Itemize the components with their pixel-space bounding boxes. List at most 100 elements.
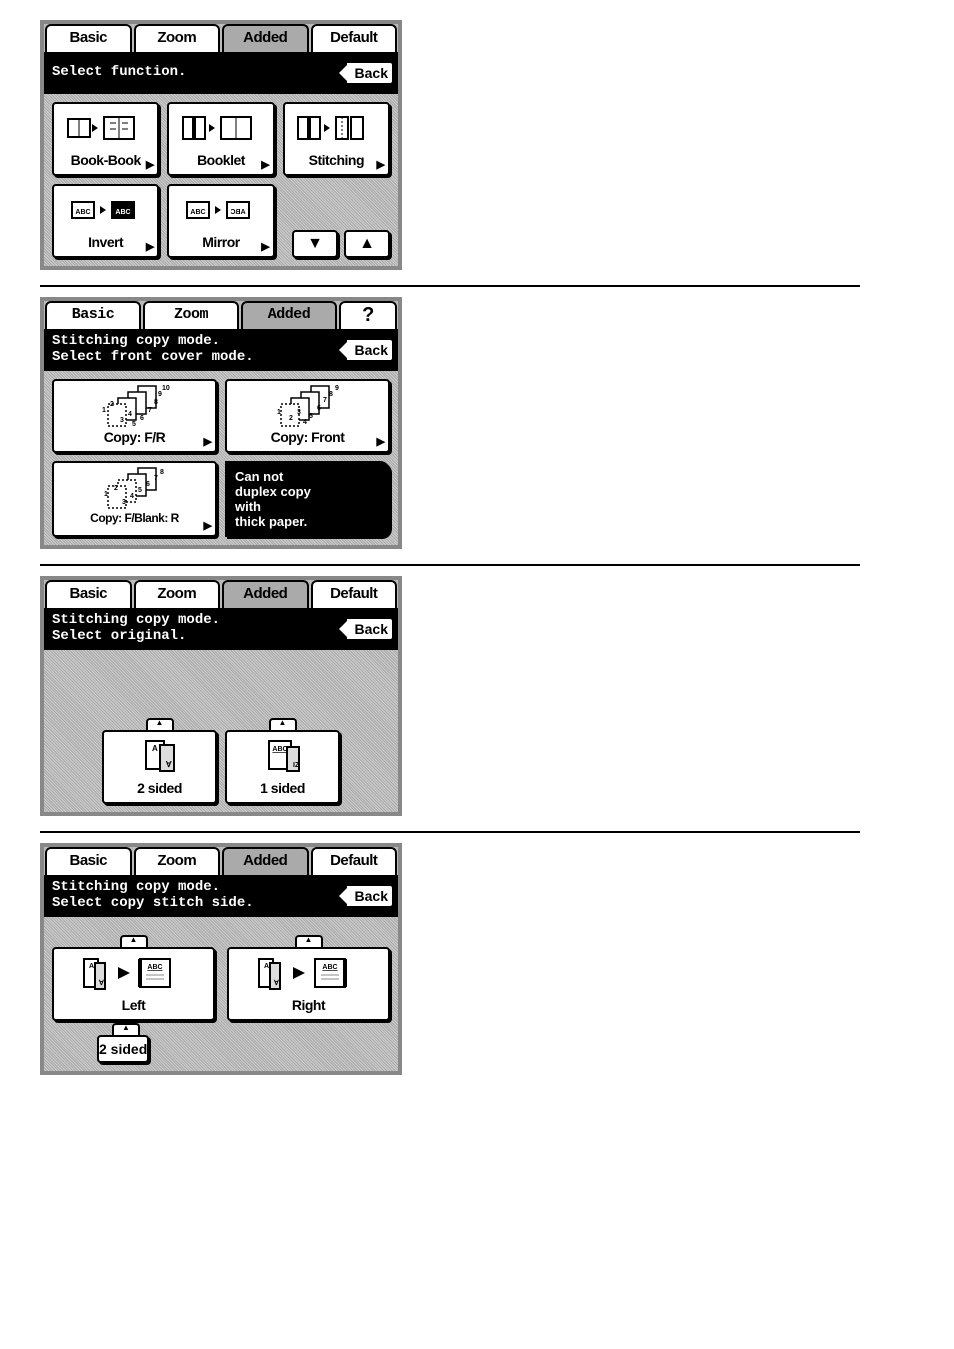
- panel-stitching-cover: Basic Zoom Added ? Stitching copy mode. …: [40, 297, 402, 549]
- page-down-button[interactable]: ▼: [292, 230, 338, 258]
- svg-text:1: 1: [102, 407, 106, 414]
- svg-text:5: 5: [309, 413, 313, 420]
- svg-text:ABC: ABC: [230, 209, 245, 216]
- submenu-arrow-icon: ▶: [377, 435, 385, 448]
- note-line: with: [235, 499, 261, 514]
- back-button[interactable]: Back: [343, 338, 394, 362]
- svg-text:9: 9: [335, 385, 339, 392]
- copy-fblank-r-label: Copy: F/Blank: R: [56, 511, 213, 525]
- svg-text:9: 9: [158, 391, 162, 398]
- tab-default[interactable]: Default: [311, 24, 398, 52]
- svg-text:4: 4: [130, 493, 134, 500]
- svg-text:7: 7: [148, 407, 152, 414]
- thick-paper-note: Can not duplex copy with thick paper.: [225, 461, 390, 537]
- svg-text:5: 5: [138, 487, 142, 494]
- invert-icon: ABC ABC: [56, 190, 155, 230]
- booklet-icon: [171, 108, 270, 148]
- cover-mode-grid: 12 34 56 78 910 Copy: F/R ▶: [44, 371, 398, 545]
- booklet-label: Booklet: [171, 152, 270, 168]
- svg-text:A: A: [89, 963, 94, 970]
- mirror-label: Mirror: [171, 234, 270, 250]
- tab-basic[interactable]: Basic: [45, 847, 132, 875]
- svg-text:IZ: IZ: [293, 762, 300, 769]
- copy-fblank-r-button[interactable]: 12 34 56 78 Copy: F/Blank: R ▶: [52, 461, 217, 537]
- original-grid-area: A ∀ 2 sided ABC: [44, 650, 398, 812]
- one-sided-icon: ABC IZ: [229, 736, 336, 776]
- one-sided-button[interactable]: ABC IZ 1 sided: [225, 730, 340, 804]
- svg-text:3: 3: [297, 409, 301, 416]
- triangle-down-icon: ▼: [307, 235, 323, 253]
- tab-default[interactable]: Default: [311, 847, 398, 875]
- invert-label: Invert: [56, 234, 155, 250]
- svg-text:5: 5: [132, 421, 136, 428]
- tab-added[interactable]: Added: [241, 301, 337, 329]
- svg-text:10: 10: [162, 385, 170, 392]
- svg-text:1: 1: [104, 491, 108, 498]
- stitch-left-label: Left: [56, 997, 211, 1013]
- svg-text:ABC: ABC: [190, 209, 205, 216]
- stitch-left-icon: A ∀ ABC: [56, 953, 211, 993]
- page-up-button[interactable]: ▲: [344, 230, 390, 258]
- book-book-button[interactable]: Book-Book ▶: [52, 102, 159, 176]
- svg-text:6: 6: [146, 481, 150, 488]
- help-button[interactable]: ?: [339, 301, 397, 329]
- copy-front-button[interactable]: 12 34 56 78 9 Copy: Front ▶: [225, 379, 390, 453]
- stitch-right-button[interactable]: A ∀ ABC Right: [227, 947, 390, 1021]
- svg-text:A: A: [152, 744, 158, 753]
- tab-zoom[interactable]: Zoom: [134, 24, 221, 52]
- svg-text:2: 2: [289, 415, 293, 422]
- submenu-arrow-icon: ▶: [146, 158, 154, 171]
- mirror-icon: ABC ABC: [171, 190, 270, 230]
- svg-text:ABC: ABC: [272, 746, 287, 753]
- svg-text:A: A: [264, 963, 269, 970]
- svg-text:8: 8: [154, 399, 158, 406]
- back-button[interactable]: Back: [343, 61, 394, 85]
- tab-basic[interactable]: Basic: [45, 24, 132, 52]
- footer-two-sided-button[interactable]: 2 sided: [97, 1035, 149, 1063]
- tab-zoom[interactable]: Zoom: [143, 301, 239, 329]
- tab-added[interactable]: Added: [222, 24, 309, 52]
- note-line: Can not: [235, 469, 283, 484]
- svg-text:2: 2: [110, 401, 114, 408]
- book-book-label: Book-Book: [56, 152, 155, 168]
- booklet-button[interactable]: Booklet ▶: [167, 102, 274, 176]
- tab-default[interactable]: Default: [311, 580, 398, 608]
- tab-bar: Basic Zoom Added ?: [44, 301, 398, 329]
- copy-fr-label: Copy: F/R: [56, 429, 213, 445]
- svg-text:3: 3: [120, 417, 124, 424]
- submenu-arrow-icon: ▶: [261, 240, 269, 253]
- invert-button[interactable]: ABC ABC Invert ▶: [52, 184, 159, 258]
- triangle-up-icon: ▲: [359, 235, 375, 253]
- submenu-arrow-icon: ▶: [261, 158, 269, 171]
- tab-basic[interactable]: Basic: [45, 301, 141, 329]
- svg-text:ABC: ABC: [115, 209, 130, 216]
- tab-zoom[interactable]: Zoom: [134, 580, 221, 608]
- back-button[interactable]: Back: [343, 884, 394, 908]
- panel-stitch-side: Basic Zoom Added Default Stitching copy …: [40, 843, 402, 1075]
- svg-text:6: 6: [140, 415, 144, 422]
- tab-added[interactable]: Added: [222, 580, 309, 608]
- copy-fr-button[interactable]: 12 34 56 78 910 Copy: F/R ▶: [52, 379, 217, 453]
- svg-text:2: 2: [114, 485, 118, 492]
- one-sided-label: 1 sided: [229, 780, 336, 796]
- tab-bar: Basic Zoom Added Default: [44, 24, 398, 52]
- mirror-button[interactable]: ABC ABC Mirror ▶: [167, 184, 274, 258]
- stitch-left-button[interactable]: A ∀ ABC Left: [52, 947, 215, 1021]
- two-sided-button[interactable]: A ∀ 2 sided: [102, 730, 217, 804]
- back-button[interactable]: Back: [343, 617, 394, 641]
- tab-basic[interactable]: Basic: [45, 580, 132, 608]
- pages-fblank-icon: 12 34 56 78: [56, 467, 213, 507]
- svg-text:3: 3: [122, 499, 126, 506]
- message-bar: Select function. Back: [44, 52, 398, 94]
- stitching-button[interactable]: Stitching ▶: [283, 102, 390, 176]
- two-sided-label: 2 sided: [106, 780, 213, 796]
- tab-zoom[interactable]: Zoom: [134, 847, 221, 875]
- tab-added[interactable]: Added: [222, 847, 309, 875]
- pages-front-icon: 12 34 56 78 9: [229, 385, 386, 425]
- tab-bar: Basic Zoom Added Default: [44, 580, 398, 608]
- note-line: thick paper.: [235, 514, 307, 529]
- message-bar: Stitching copy mode. Select front cover …: [44, 329, 398, 371]
- footer-two-sided-label: 2 sided: [99, 1041, 147, 1057]
- copy-front-label: Copy: Front: [229, 429, 386, 445]
- two-sided-icon: A ∀: [106, 736, 213, 776]
